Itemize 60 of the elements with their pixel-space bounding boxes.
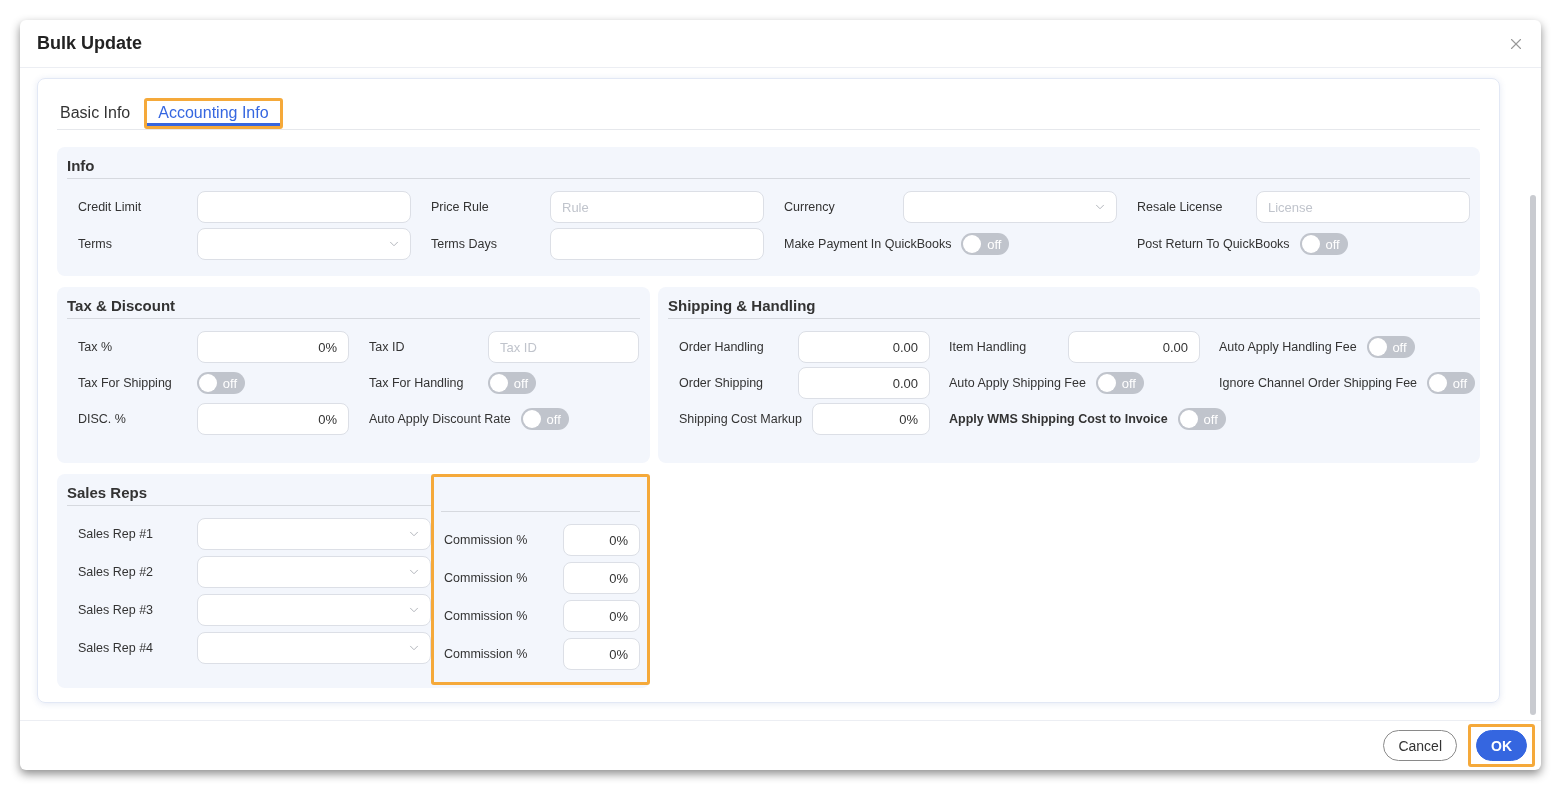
field-label: Sales Rep #4 [78, 641, 155, 655]
field-label: Auto Apply Shipping Fee [949, 376, 1086, 390]
select-field[interactable] [197, 594, 431, 626]
field-label: Commission % [444, 533, 529, 547]
input-field[interactable]: 0% [563, 562, 640, 594]
field-label: Sales Rep #3 [78, 603, 155, 617]
field-label: Order Handling [679, 340, 765, 354]
field-label: Credit Limit [78, 200, 143, 214]
select-field[interactable] [197, 518, 431, 550]
input-field[interactable]: 0% [563, 600, 640, 632]
field-label: Resale License [1137, 200, 1224, 214]
select-field[interactable] [197, 632, 431, 664]
input-field[interactable]: 0.00 [798, 331, 930, 363]
select-field[interactable] [197, 556, 431, 588]
cancel-button[interactable]: Cancel [1383, 730, 1457, 761]
section-title: Info [67, 157, 1470, 179]
field-label: Make Payment In QuickBooks [784, 237, 952, 251]
field-label: Commission % [444, 609, 529, 623]
input-field[interactable]: 0.00 [1068, 331, 1200, 363]
input-field[interactable]: Rule [550, 191, 764, 223]
field-label: Terms Days [431, 237, 498, 251]
section-title: Shipping & Handling [668, 297, 1480, 319]
input-field[interactable]: 0% [563, 638, 640, 670]
field-label: Post Return To QuickBooks [1137, 237, 1290, 251]
field-label: Order Shipping [679, 376, 765, 390]
field-label: Apply WMS Shipping Cost to Invoice [949, 412, 1168, 426]
field-label: Tax For Shipping [78, 376, 173, 390]
field-label: Ignore Channel Order Shipping Fee [1219, 376, 1418, 390]
input-field[interactable] [550, 228, 764, 260]
field-label: Currency [784, 200, 836, 214]
input-field[interactable]: License [1256, 191, 1470, 223]
field-label: Auto Apply Discount Rate [369, 412, 511, 426]
field-label: Commission % [444, 647, 529, 661]
input-field[interactable]: 0% [197, 331, 349, 363]
field-label: Tax For Handling [369, 376, 465, 390]
input-field[interactable]: 0% [197, 403, 349, 435]
field-label: Price Rule [431, 200, 490, 214]
tab[interactable]: Accounting Info [144, 98, 283, 129]
field-label: Sales Rep #1 [78, 527, 155, 541]
field-label: Tax % [78, 340, 114, 354]
field-label: Auto Apply Handling Fee [1219, 340, 1357, 354]
input-field[interactable]: 0% [812, 403, 930, 435]
field-label: Sales Rep #2 [78, 565, 155, 579]
field-label: Terms [78, 237, 114, 251]
ok-button[interactable]: OK [1476, 730, 1527, 761]
input-field[interactable] [197, 191, 411, 223]
input-field[interactable]: Tax ID [488, 331, 639, 363]
field-label: DISC. % [78, 412, 127, 426]
input-field[interactable]: 0.00 [798, 367, 930, 399]
input-field[interactable]: 0% [563, 524, 640, 556]
select-field[interactable] [903, 191, 1117, 223]
select-field[interactable] [197, 228, 411, 260]
dialog-title: Bulk Update [37, 33, 142, 54]
field-label: Tax ID [369, 340, 406, 354]
field-label: Commission % [444, 571, 529, 585]
scrollbar[interactable] [1530, 195, 1536, 715]
field-label: Item Handling [949, 340, 1028, 354]
section-title: Tax & Discount [67, 297, 640, 319]
field-label: Shipping Cost Markup [679, 412, 802, 426]
section-title: Sales Reps [67, 484, 431, 506]
